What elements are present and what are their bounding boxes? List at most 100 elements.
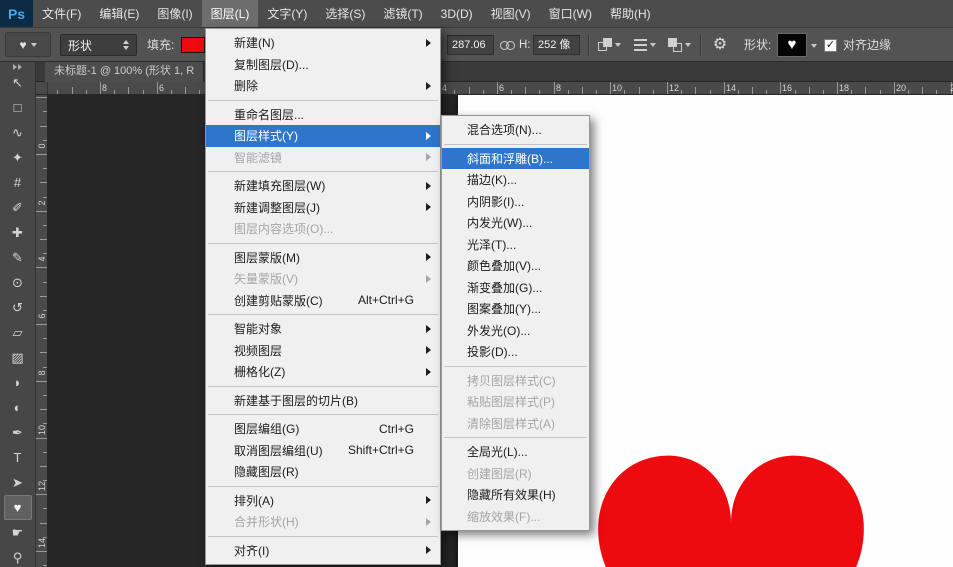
layer-menu-item[interactable]: 栅格化(Z) [206, 361, 440, 383]
menubar-item[interactable]: 图像(I) [148, 0, 201, 27]
dodge-tool-icon[interactable]: ◐ [4, 395, 32, 420]
ruler-origin-corner[interactable] [36, 82, 48, 95]
menubar-item[interactable]: 图层(L) [201, 0, 259, 27]
ruler-tick [794, 90, 796, 94]
zoom-tool-icon[interactable]: ⚲ [4, 545, 32, 567]
shape-height-field[interactable]: 252 像 [533, 35, 580, 55]
fill-color-swatch[interactable] [181, 37, 205, 53]
layer-menu-item[interactable]: 对齐(I) [206, 540, 440, 562]
history-brush-tool-icon[interactable]: ↺ [4, 295, 32, 320]
layer-style-item[interactable]: 内阴影(I)... [442, 191, 589, 213]
layer-style-item[interactable]: 投影(D)... [442, 341, 589, 363]
menu-item-label: 删除 [234, 79, 259, 94]
ruler-tick [893, 82, 895, 94]
crop-tool-icon[interactable]: # [4, 170, 32, 195]
align-edges-checkbox[interactable]: ✓ [824, 39, 837, 52]
tool-preset-picker[interactable]: ♥ [5, 32, 51, 57]
menubar-item[interactable]: 选择(S) [316, 0, 374, 27]
healing-brush-tool-icon[interactable]: ✚ [4, 220, 32, 245]
menu-item-label: 隐藏所有效果(H) [467, 488, 556, 503]
ruler-tick [482, 90, 484, 94]
path-arrangement-button[interactable] [668, 34, 691, 56]
path-selection-tool-icon[interactable]: ➤ [4, 470, 32, 495]
eraser-tool-icon[interactable]: ▱ [4, 320, 32, 345]
ruler-tick [199, 90, 201, 94]
submenu-arrow-icon [426, 324, 431, 333]
chevron-down-icon[interactable] [811, 44, 817, 48]
magic-wand-tool-icon[interactable]: ✦ [4, 145, 32, 170]
submenu-arrow-icon [426, 38, 431, 47]
chevron-down-icon [685, 43, 691, 47]
ruler-tick [525, 87, 527, 94]
menubar-item[interactable]: 文件(F) [33, 0, 90, 27]
layer-menu-item[interactable]: 隐藏图层(R) [206, 461, 440, 483]
layer-style-item[interactable]: 颜色叠加(V)... [442, 255, 589, 277]
ruler-tick [837, 82, 839, 94]
gradient-tool-icon[interactable]: ▨ [4, 345, 32, 370]
path-alignment-button[interactable] [634, 34, 656, 56]
menubar-item[interactable]: 滤镜(T) [374, 0, 431, 27]
layer-menu-item[interactable]: 图层样式(Y) [206, 125, 440, 147]
layer-menu-item[interactable]: 排列(A) [206, 490, 440, 512]
layer-style-item[interactable]: 全局光(L)... [442, 441, 589, 463]
menu-item-label: 创建剪贴蒙版(C) [234, 293, 323, 308]
layer-menu-item[interactable]: 创建剪贴蒙版(C) Alt+Ctrl+G [206, 290, 440, 312]
align-icon [634, 39, 647, 51]
layer-menu-item[interactable]: 智能对象 [206, 318, 440, 340]
menubar-item[interactable]: 帮助(H) [601, 0, 660, 27]
shape-width-field[interactable]: 287.06 [447, 35, 494, 55]
layer-style-item[interactable]: 隐藏所有效果(H) [442, 484, 589, 506]
layer-menu-item[interactable]: 新建填充图层(W) [206, 175, 440, 197]
layer-menu-item[interactable]: 视频图层 [206, 340, 440, 362]
geometry-options-button[interactable]: ⚙ [707, 33, 733, 57]
path-operations-button[interactable] [598, 34, 621, 56]
menu-item-label: 混合选项(N)... [467, 123, 542, 138]
brush-tool-icon[interactable]: ✎ [4, 245, 32, 270]
pen-tool-icon[interactable]: ✒ [4, 420, 32, 445]
layer-style-item[interactable]: 图案叠加(Y)... [442, 298, 589, 320]
layer-style-item[interactable]: 外发光(O)... [442, 320, 589, 342]
document-tab[interactable]: 未标题-1 @ 100% (形状 1, R [45, 62, 205, 82]
layer-menu-item[interactable]: 重命名图层... [206, 104, 440, 126]
lasso-tool-icon[interactable]: ∿ [4, 120, 32, 145]
custom-shape-picker[interactable]: ♥ [777, 33, 807, 57]
clone-stamp-tool-icon[interactable]: ⊙ [4, 270, 32, 295]
layer-style-item[interactable]: 内发光(W)... [442, 212, 589, 234]
layer-menu-item[interactable]: 图层蒙版(M) [206, 247, 440, 269]
menubar-item[interactable]: 窗口(W) [540, 0, 601, 27]
layer-menu-item[interactable]: 复制图层(D)... [206, 54, 440, 76]
layer-menu-item[interactable]: 删除 [206, 75, 440, 97]
menubar-item[interactable]: 视图(V) [482, 0, 540, 27]
menubar-item[interactable]: 3D(D) [432, 0, 482, 27]
vertical-ruler[interactable]: 0 2 4 6 8 10 12 14 [36, 95, 48, 567]
layer-menu-item[interactable]: 图层编组(G) Ctrl+G [206, 418, 440, 440]
blur-tool-icon[interactable]: ◗ [4, 370, 32, 395]
move-tool-icon[interactable]: ↖ [4, 70, 32, 95]
type-tool-icon[interactable]: T [4, 445, 32, 470]
tool-mode-select[interactable]: 形状 [60, 34, 137, 56]
eyedropper-tool-icon[interactable]: ✐ [4, 195, 32, 220]
layer-menu-item[interactable]: 新建(N) [206, 32, 440, 54]
menu-item-label: 拷贝图层样式(C) [467, 373, 556, 388]
marquee-tool-icon[interactable]: □ [4, 95, 32, 120]
layer-style-item[interactable]: 光泽(T)... [442, 234, 589, 256]
ruler-tick [36, 97, 47, 99]
horizontal-ruler[interactable]: 86420246810121416182022 [36, 82, 953, 95]
layer-menu-item[interactable]: 取消图层编组(U) Shift+Ctrl+G [206, 440, 440, 462]
hand-tool-icon[interactable]: ☛ [4, 520, 32, 545]
submenu-arrow-icon [426, 181, 431, 190]
layer-style-item: 拷贝图层样式(C) [442, 370, 589, 392]
menubar-item[interactable]: 文字(Y) [258, 0, 316, 27]
ruler-tick [128, 87, 130, 94]
layer-style-item[interactable]: 描边(K)... [442, 169, 589, 191]
layer-menu-item[interactable]: 新建基于图层的切片(B) [206, 390, 440, 412]
layer-style-item[interactable]: 渐变叠加(G)... [442, 277, 589, 299]
menubar-item[interactable]: 编辑(E) [90, 0, 148, 27]
submenu-arrow-icon [426, 496, 431, 505]
layer-menu-item[interactable]: 新建调整图层(J) [206, 197, 440, 219]
link-dimensions-icon[interactable] [500, 41, 515, 50]
tool-preset-icon: ♥ [19, 37, 27, 52]
layer-style-item[interactable]: 混合选项(N)... [442, 119, 589, 141]
shape-tool-icon[interactable]: ♥ [3, 495, 32, 520]
layer-style-item[interactable]: 斜面和浮雕(B)... [442, 147, 589, 169]
